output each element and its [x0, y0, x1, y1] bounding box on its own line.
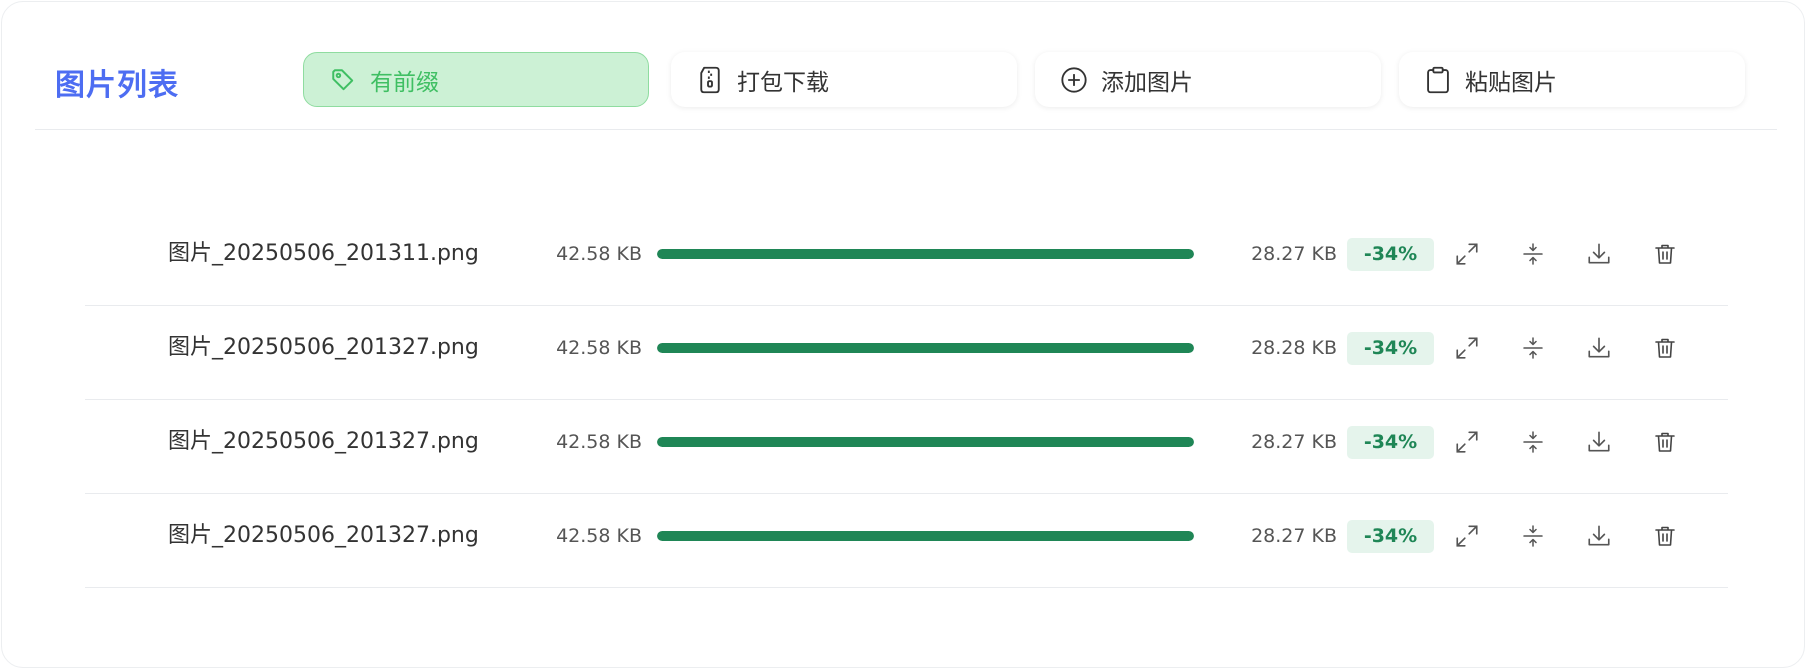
add-image-button[interactable]: 添加图片: [1035, 52, 1381, 107]
header: 图片列表 有前缀 打包下载 添加图片 粘贴图片: [35, 30, 1777, 130]
compress-button[interactable]: [1516, 425, 1550, 459]
clipboard-icon: [1423, 65, 1453, 95]
delete-button[interactable]: [1648, 237, 1682, 271]
trash-icon: [1653, 429, 1677, 455]
progress-fill: [657, 437, 1194, 447]
compress-icon: [1521, 429, 1545, 455]
plus-circle-icon: [1059, 65, 1089, 95]
original-size: 42.58 KB: [556, 337, 642, 359]
compress-button[interactable]: [1516, 519, 1550, 553]
delete-button[interactable]: [1648, 331, 1682, 365]
download-button[interactable]: [1582, 519, 1616, 553]
add-image-label: 添加图片: [1101, 69, 1193, 96]
expand-icon: [1454, 523, 1480, 549]
prefix-toggle-label: 有前缀: [370, 69, 439, 96]
compressed-size: 28.27 KB: [1251, 431, 1337, 453]
progress-fill: [657, 249, 1194, 259]
expand-icon: [1454, 241, 1480, 267]
delete-button[interactable]: [1648, 519, 1682, 553]
reduction-badge: -34%: [1347, 520, 1434, 553]
compress-icon: [1521, 335, 1545, 361]
delete-button[interactable]: [1648, 425, 1682, 459]
download-icon: [1586, 335, 1612, 361]
trash-icon: [1653, 335, 1677, 361]
expand-button[interactable]: [1450, 519, 1484, 553]
original-size: 42.58 KB: [556, 243, 642, 265]
reduction-badge: -34%: [1347, 238, 1434, 271]
reduction-badge: -34%: [1347, 426, 1434, 459]
expand-icon: [1454, 335, 1480, 361]
reduction-badge: -34%: [1347, 332, 1434, 365]
zip-download-label: 打包下载: [737, 69, 829, 96]
compressed-size: 28.28 KB: [1251, 337, 1337, 359]
zip-file-icon: [695, 65, 725, 95]
file-row: 图片_20250506_201327.png 42.58 KB 28.28 KB…: [85, 306, 1728, 400]
file-name: 图片_20250506_201327.png: [168, 429, 479, 454]
download-icon: [1586, 429, 1612, 455]
tag-icon: [328, 65, 358, 95]
expand-button[interactable]: [1450, 237, 1484, 271]
compressed-size: 28.27 KB: [1251, 243, 1337, 265]
download-button[interactable]: [1582, 237, 1616, 271]
prefix-toggle-button[interactable]: 有前缀: [303, 52, 649, 107]
file-row: 图片_20250506_201327.png 42.58 KB 28.27 KB…: [85, 400, 1728, 494]
original-size: 42.58 KB: [556, 525, 642, 547]
download-button[interactable]: [1582, 425, 1616, 459]
download-icon: [1586, 241, 1612, 267]
trash-icon: [1653, 241, 1677, 267]
progress-fill: [657, 343, 1194, 353]
compressed-size: 28.27 KB: [1251, 525, 1337, 547]
file-row: 图片_20250506_201327.png 42.58 KB 28.27 KB…: [85, 494, 1728, 588]
file-name: 图片_20250506_201311.png: [168, 241, 479, 266]
compression-progress-bar: [657, 531, 1194, 541]
trash-icon: [1653, 523, 1677, 549]
file-row: 图片_20250506_201311.png 42.58 KB 28.27 KB…: [85, 212, 1728, 306]
file-name: 图片_20250506_201327.png: [168, 523, 479, 548]
compress-button[interactable]: [1516, 237, 1550, 271]
compression-progress-bar: [657, 343, 1194, 353]
page-title: 图片列表: [55, 68, 179, 103]
compression-progress-bar: [657, 249, 1194, 259]
expand-button[interactable]: [1450, 425, 1484, 459]
zip-download-button[interactable]: 打包下载: [671, 52, 1017, 107]
compress-icon: [1521, 241, 1545, 267]
original-size: 42.58 KB: [556, 431, 642, 453]
compress-button[interactable]: [1516, 331, 1550, 365]
download-icon: [1586, 523, 1612, 549]
file-name: 图片_20250506_201327.png: [168, 335, 479, 360]
image-list-panel: 图片列表 有前缀 打包下载 添加图片 粘贴图片 图片_20250506_2013…: [1, 1, 1805, 668]
compress-icon: [1521, 523, 1545, 549]
progress-fill: [657, 531, 1194, 541]
expand-icon: [1454, 429, 1480, 455]
paste-image-button[interactable]: 粘贴图片: [1399, 52, 1745, 107]
paste-image-label: 粘贴图片: [1465, 69, 1557, 96]
file-list: 图片_20250506_201311.png 42.58 KB 28.27 KB…: [85, 212, 1728, 588]
compression-progress-bar: [657, 437, 1194, 447]
expand-button[interactable]: [1450, 331, 1484, 365]
download-button[interactable]: [1582, 331, 1616, 365]
